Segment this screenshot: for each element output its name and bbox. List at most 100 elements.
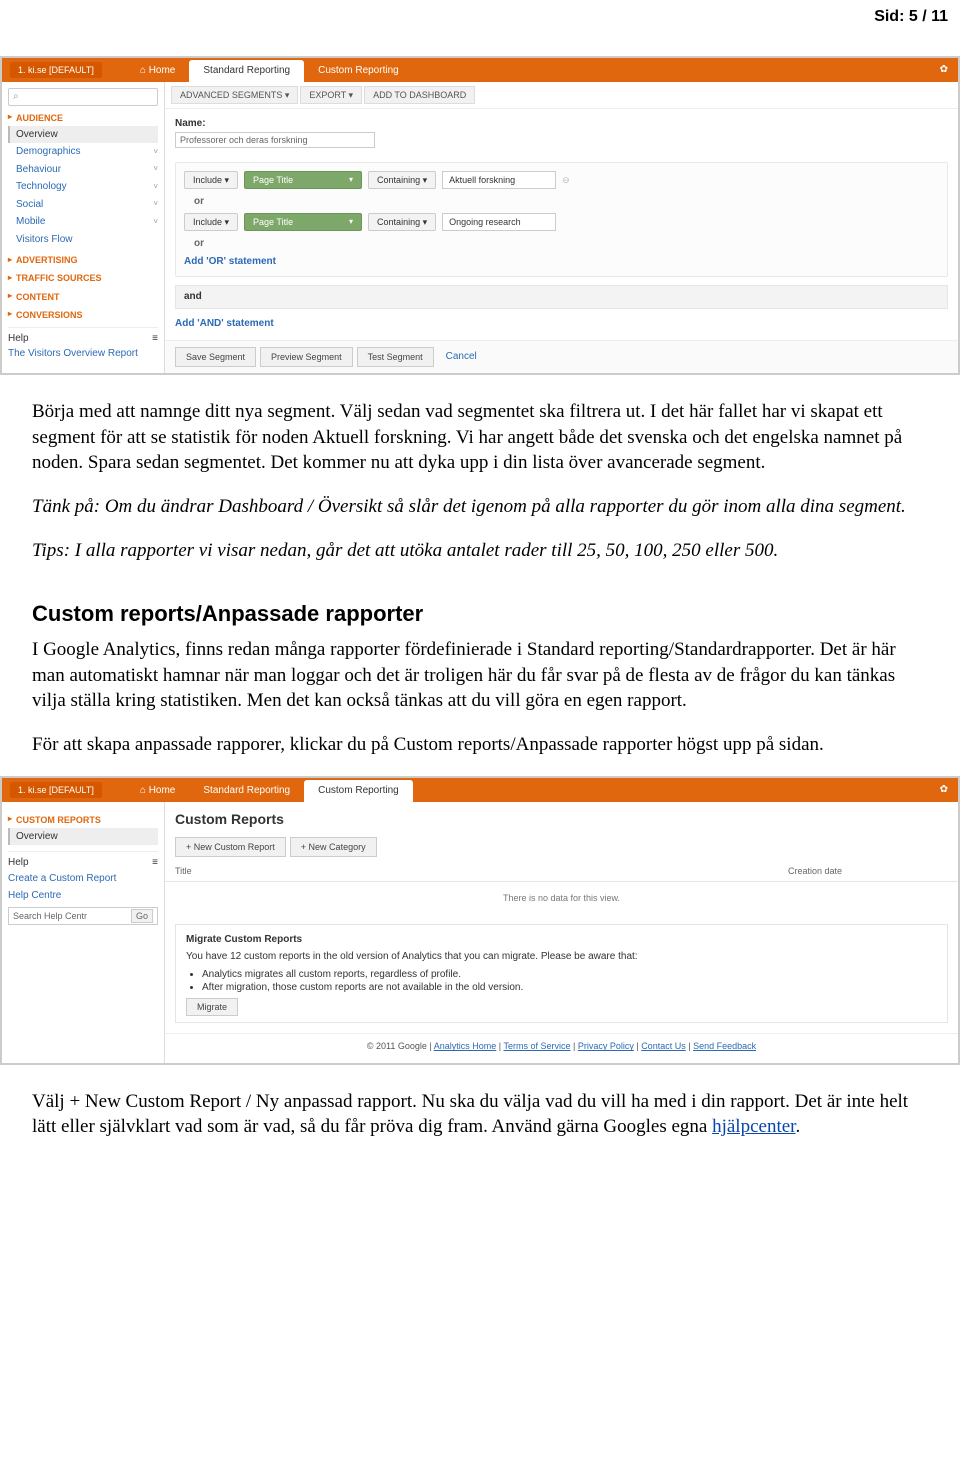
sidebar-section-content[interactable]: CONTENT — [8, 291, 158, 303]
rule-card: Include ▾ Page Title Containing ▾ Aktuel… — [175, 162, 948, 277]
screenshot-segment-editor: 1. ki.se [DEFAULT] ⌂ Home Standard Repor… — [0, 56, 960, 376]
rules-area: Include ▾ Page Title Containing ▾ Aktuel… — [165, 156, 958, 340]
footer-link[interactable]: Contact Us — [641, 1041, 686, 1051]
page-number: Sid: 5 / 11 — [0, 0, 960, 56]
tabs: ⌂ Home Standard Reporting Custom Reporti… — [126, 778, 413, 802]
sidebar-item-label: Technology — [16, 180, 67, 194]
sidebar-item-social[interactable]: Social˅ — [8, 196, 158, 214]
tab-custom-reporting[interactable]: Custom Reporting — [304, 60, 413, 82]
heading-custom-reports: Custom reports/Anpassade rapporter — [32, 599, 928, 629]
value-input[interactable]: Ongoing research — [442, 213, 556, 231]
gear-icon[interactable]: ✿ — [940, 63, 948, 77]
migrate-button[interactable]: Migrate — [186, 998, 238, 1016]
advanced-segments-button[interactable]: ADVANCED SEGMENTS ▾ — [171, 86, 298, 104]
tab-standard-reporting[interactable]: Standard Reporting — [189, 780, 304, 802]
gear-icon[interactable]: ✿ — [940, 783, 948, 797]
help-centre-link[interactable]: Help Centre — [8, 887, 158, 905]
condition-dropdown[interactable]: Containing ▾ — [368, 213, 436, 231]
sidebar-item-demographics[interactable]: Demographics ˅ — [8, 143, 158, 161]
sidebar-section-audience[interactable]: AUDIENCE — [8, 112, 158, 124]
editor-toolbar: ADVANCED SEGMENTS ▾ EXPORT ▾ ADD TO DASH… — [165, 82, 958, 109]
save-segment-button[interactable]: Save Segment — [175, 347, 256, 367]
list-header: Title Creation date — [165, 861, 958, 882]
or-label: or — [194, 237, 939, 251]
page-title: Custom Reports — [165, 802, 958, 833]
footer-link[interactable]: Terms of Service — [503, 1041, 570, 1051]
sidebar-item-label: Mobile — [16, 215, 45, 229]
help-label: Help — [8, 856, 29, 870]
sidebar-item-overview[interactable]: Overview — [8, 126, 158, 144]
sidebar: ⌕ AUDIENCE Overview Demographics ˅ Behavi… — [2, 82, 165, 374]
add-or-link[interactable]: Add 'OR' statement — [184, 255, 939, 269]
tab-home[interactable]: ⌂ Home — [126, 60, 190, 82]
sidebar-help-link[interactable]: The Visitors Overview Report — [8, 345, 158, 363]
dimension-dropdown[interactable]: Page Title — [244, 213, 362, 231]
paragraph: För att skapa anpassade rapporer, klicka… — [32, 732, 928, 758]
sidebar-help-header: Help ≡ — [8, 851, 158, 870]
name-field-group: Name: — [165, 109, 958, 157]
sidebar-item-label: Behaviour — [16, 163, 61, 177]
list-item: Analytics migrates all custom reports, r… — [202, 968, 937, 982]
add-and-link[interactable]: Add 'AND' statement — [175, 317, 948, 331]
footer-link[interactable]: Analytics Home — [434, 1041, 497, 1051]
toolbar: + New Custom Report + New Category — [165, 833, 958, 861]
sidebar-item-technology[interactable]: Technology ˅ — [8, 178, 158, 196]
create-custom-report-link[interactable]: Create a Custom Report — [8, 870, 158, 888]
empty-state: There is no data for this view. — [165, 882, 958, 914]
new-category-button[interactable]: + New Category — [290, 837, 377, 857]
footer-link[interactable]: Privacy Policy — [578, 1041, 634, 1051]
segment-actions: Save Segment Preview Segment Test Segmen… — [165, 340, 958, 373]
tab-standard-reporting[interactable]: Standard Reporting — [189, 60, 304, 82]
chevron-down-icon: ˅ — [153, 147, 158, 158]
rule-row: Include ▾ Page Title Containing ▾ Ongoin… — [184, 213, 939, 231]
test-segment-button[interactable]: Test Segment — [357, 347, 434, 367]
help-center-link[interactable]: hjälpcenter — [712, 1116, 795, 1137]
add-to-dashboard-button[interactable]: ADD TO DASHBOARD — [364, 86, 475, 104]
footer-copy: © 2011 Google — [367, 1041, 427, 1051]
paragraph: Börja med att namnge ditt nya segment. V… — [32, 399, 928, 476]
tab-custom-reporting[interactable]: Custom Reporting — [304, 780, 413, 802]
chevron-down-icon: ˅ — [153, 182, 158, 193]
tab-home[interactable]: ⌂ Home — [126, 780, 190, 802]
rule-row: Include ▾ Page Title Containing ▾ Aktuel… — [184, 171, 939, 189]
dimension-dropdown[interactable]: Page Title — [244, 171, 362, 189]
include-dropdown[interactable]: Include ▾ — [184, 213, 238, 231]
sidebar-section-advertising[interactable]: ADVERTISING — [8, 254, 158, 266]
sidebar-item-behaviour[interactable]: Behaviour ˅ — [8, 161, 158, 179]
condition-dropdown[interactable]: Containing ▾ — [368, 171, 436, 189]
sidebar-section-custom-reports[interactable]: CUSTOM REPORTS — [8, 814, 158, 826]
sidebar-item-mobile[interactable]: Mobile ˅ — [8, 213, 158, 231]
app-chip: 1. ki.se [DEFAULT] — [10, 782, 102, 798]
name-input[interactable] — [175, 132, 375, 148]
new-custom-report-button[interactable]: + New Custom Report — [175, 837, 286, 857]
sidebar-item-overview[interactable]: Overview — [8, 828, 158, 846]
footer: © 2011 Google | Analytics Home | Terms o… — [165, 1033, 958, 1062]
sidebar-item-label: Demographics — [16, 145, 80, 159]
export-button[interactable]: EXPORT ▾ — [300, 86, 362, 104]
paragraph: Välj + New Custom Report / Ny anpassad r… — [32, 1089, 928, 1140]
preview-segment-button[interactable]: Preview Segment — [260, 347, 353, 367]
search-input[interactable]: ⌕ — [8, 88, 158, 106]
chevron-down-icon: ˅ — [153, 217, 158, 228]
chevron-down-icon: ˅ — [153, 164, 158, 175]
include-dropdown[interactable]: Include ▾ — [184, 171, 238, 189]
go-button[interactable]: Go — [131, 909, 153, 923]
migrate-text: You have 12 custom reports in the old ve… — [186, 951, 638, 962]
paragraph-tip: Tips: I alla rapporter vi visar nedan, g… — [32, 538, 928, 564]
footer-link[interactable]: Send Feedback — [693, 1041, 756, 1051]
help-search[interactable]: Search Help Centr Go — [8, 907, 158, 925]
text-run: . — [795, 1116, 800, 1137]
sidebar-section-conversions[interactable]: CONVERSIONS — [8, 309, 158, 321]
sidebar-section-traffic[interactable]: TRAFFIC SOURCES — [8, 272, 158, 284]
paragraph-note: Tänk på: Om du ändrar Dashboard / Översi… — [32, 494, 928, 520]
custom-reports-main: Custom Reports + New Custom Report + New… — [165, 802, 958, 1063]
remove-icon[interactable]: ⊖ — [562, 174, 570, 186]
or-label: or — [194, 195, 939, 209]
tab-home-label: Home — [149, 785, 176, 796]
sidebar-item-visitors-flow[interactable]: Visitors Flow — [8, 231, 158, 249]
ga-topbar: 1. ki.se [DEFAULT] ⌂ Home Standard Repor… — [2, 58, 958, 82]
value-input[interactable]: Aktuell forskning — [442, 171, 556, 189]
cancel-link[interactable]: Cancel — [446, 350, 477, 364]
collapse-icon[interactable]: ≡ — [152, 332, 158, 346]
collapse-icon[interactable]: ≡ — [152, 856, 158, 870]
